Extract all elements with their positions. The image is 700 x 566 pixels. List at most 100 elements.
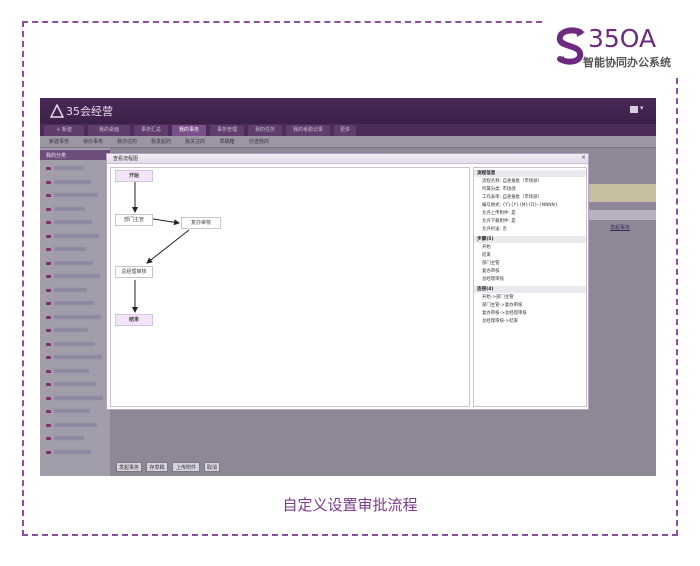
tree-node-icon[interactable] <box>46 342 51 346</box>
tree-node-label[interactable] <box>54 422 97 427</box>
initiate-button[interactable]: 发起事务 <box>116 462 142 472</box>
tree-node-label[interactable] <box>54 301 94 305</box>
tree-node-icon[interactable] <box>46 248 51 251</box>
nav-tab-my-affairs[interactable]: 我的事务 <box>172 125 206 136</box>
upload-attachment-button[interactable]: 上传附件 <box>172 462 200 472</box>
tree-node-icon[interactable] <box>46 207 51 211</box>
info-line: 总经理审核->结束 <box>482 319 518 324</box>
nav-tab-tasks[interactable]: 我的任务 <box>248 125 282 136</box>
tree-node-icon[interactable] <box>46 329 51 332</box>
tree-node-label[interactable] <box>54 166 84 170</box>
info-line: 复办审核->总经理审核 <box>482 311 527 316</box>
flow-node-dept-manager[interactable]: 部门主管 <box>115 214 153 226</box>
info-line: 部门主管 <box>482 261 500 266</box>
flow-node-start[interactable]: 开始 <box>115 170 153 182</box>
tree-node-icon[interactable] <box>46 194 51 197</box>
tree-node-icon[interactable] <box>46 261 51 265</box>
flowchart-dialog: 查看流程图 × 开始 部门主管 复办审核 总经理审核 结束 流程信息 流程名称:… <box>106 153 589 410</box>
tree-node-label[interactable] <box>54 220 92 224</box>
nav-tab-attendance[interactable]: 我的考勤记录 <box>286 125 330 136</box>
user-menu-icon[interactable] <box>630 106 638 113</box>
tree-node-icon[interactable] <box>46 437 51 440</box>
tree-node-label[interactable] <box>54 409 90 413</box>
category-header-label: 我的分类 <box>46 153 67 159</box>
tree-node-icon[interactable] <box>46 180 51 184</box>
tree-node-label[interactable] <box>54 206 85 211</box>
close-icon[interactable]: × <box>581 154 586 161</box>
info-line: 允许下载附件: 是 <box>482 219 516 224</box>
tree-node-label[interactable] <box>54 382 96 386</box>
flow-node-general-manager[interactable]: 总经理审核 <box>115 266 153 278</box>
tree-node-icon[interactable] <box>46 410 51 413</box>
flow-info-panel: 流程信息 流程名称: 自查报批（市场部） 所属分类: 市场部 工作表单: 自查报… <box>473 167 587 407</box>
tree-node-label[interactable] <box>54 368 89 373</box>
tree-node-label[interactable] <box>54 274 100 278</box>
nav-tab-summary[interactable]: 事务汇总 <box>134 125 168 136</box>
subnav-drafts[interactable]: 草稿箱 <box>214 136 240 148</box>
info-line: 工作表单: 自查报批（市场部） <box>482 195 542 200</box>
dialog-header: 查看流程图 × <box>107 154 588 164</box>
info-group-links: 连接(4) <box>474 286 586 293</box>
tree-node-icon[interactable] <box>46 315 51 319</box>
subnav-new[interactable]: 新建事务 <box>44 136 74 148</box>
tree-node-label[interactable] <box>54 449 91 454</box>
tree-node-icon[interactable] <box>46 302 51 305</box>
tree-node-label[interactable] <box>54 233 99 238</box>
tree-node-label[interactable] <box>54 436 84 440</box>
cancel-button[interactable]: 取消 <box>204 462 220 472</box>
tree-node-label[interactable] <box>54 260 93 265</box>
tree-node-icon[interactable] <box>46 396 51 400</box>
tree-node-label[interactable] <box>54 328 88 332</box>
frame-border-right <box>676 78 678 536</box>
tree-node-icon[interactable] <box>46 383 51 386</box>
tree-node-icon[interactable] <box>46 369 51 373</box>
frame-border-bottom <box>22 534 678 536</box>
initiate-affair-link[interactable]: 发起事务 <box>610 224 630 231</box>
tree-node-icon[interactable] <box>46 275 51 278</box>
info-line: 允许抄送: 否 <box>482 227 507 232</box>
frame-border-left <box>22 21 24 536</box>
tree-node-label[interactable] <box>54 341 95 346</box>
tree-node-label[interactable] <box>54 179 91 184</box>
app-logo-icon <box>50 104 64 118</box>
info-line: 编号格式: {Y}{Y}{M}{D}-{NNNN} <box>482 203 558 208</box>
tree-node-icon[interactable] <box>46 450 51 454</box>
save-draft-button[interactable]: 存草稿 <box>146 462 168 472</box>
nav-tab-new[interactable]: + 新建 <box>44 125 84 136</box>
tree-node-icon[interactable] <box>46 356 51 359</box>
chevron-down-icon[interactable]: ▾ <box>640 104 644 112</box>
app-title: 35会经营 <box>66 105 113 118</box>
nav-tab-desktop[interactable]: 我的桌面 <box>88 125 130 136</box>
category-sidebar: 我的分类 <box>40 148 110 476</box>
tree-node-icon[interactable] <box>46 221 51 224</box>
subnav-todo[interactable]: 待办事务 <box>78 136 108 148</box>
frame-border-top <box>22 21 542 23</box>
nav-tab-more[interactable]: 更多 <box>334 125 356 136</box>
subnav-initiated[interactable]: 我发起的 <box>146 136 176 148</box>
tree-node-icon[interactable] <box>46 423 51 427</box>
tree-node-label[interactable] <box>54 287 87 292</box>
tree-node-label[interactable] <box>54 314 101 319</box>
tree-node-label[interactable] <box>54 395 103 400</box>
tree-node-label[interactable] <box>54 193 98 197</box>
flow-node-review[interactable]: 复办审核 <box>181 217 221 229</box>
tree-node-icon[interactable] <box>46 288 51 292</box>
main-nav: + 新建 我的桌面 事务汇总 我的事务 事务管理 我的任务 我的考勤记录 更多 <box>40 124 656 136</box>
tree-node-icon[interactable] <box>46 234 51 238</box>
tree-node-icon[interactable] <box>46 167 51 170</box>
info-line: 开始 <box>482 245 491 250</box>
dialog-title: 查看流程图 <box>113 156 139 162</box>
tree-node-label[interactable] <box>54 247 86 251</box>
flow-node-end[interactable]: 结束 <box>115 314 153 326</box>
subnav-done[interactable]: 我办过的 <box>112 136 142 148</box>
info-line: 所属分类: 市场部 <box>482 187 516 192</box>
subnav-following[interactable]: 我关注的 <box>180 136 210 148</box>
tree-node-label[interactable] <box>54 355 102 359</box>
nav-tab-manage[interactable]: 事务管理 <box>210 125 244 136</box>
subnav-cc[interactable]: 抄送我的 <box>244 136 274 148</box>
brand-logo: 35OA 智能协同办公系统 <box>550 24 680 72</box>
flow-arrows <box>132 182 190 313</box>
notice-strip <box>586 184 656 202</box>
info-line: 部门主管->复办审核 <box>482 303 523 308</box>
category-header[interactable]: 我的分类 <box>40 150 110 160</box>
